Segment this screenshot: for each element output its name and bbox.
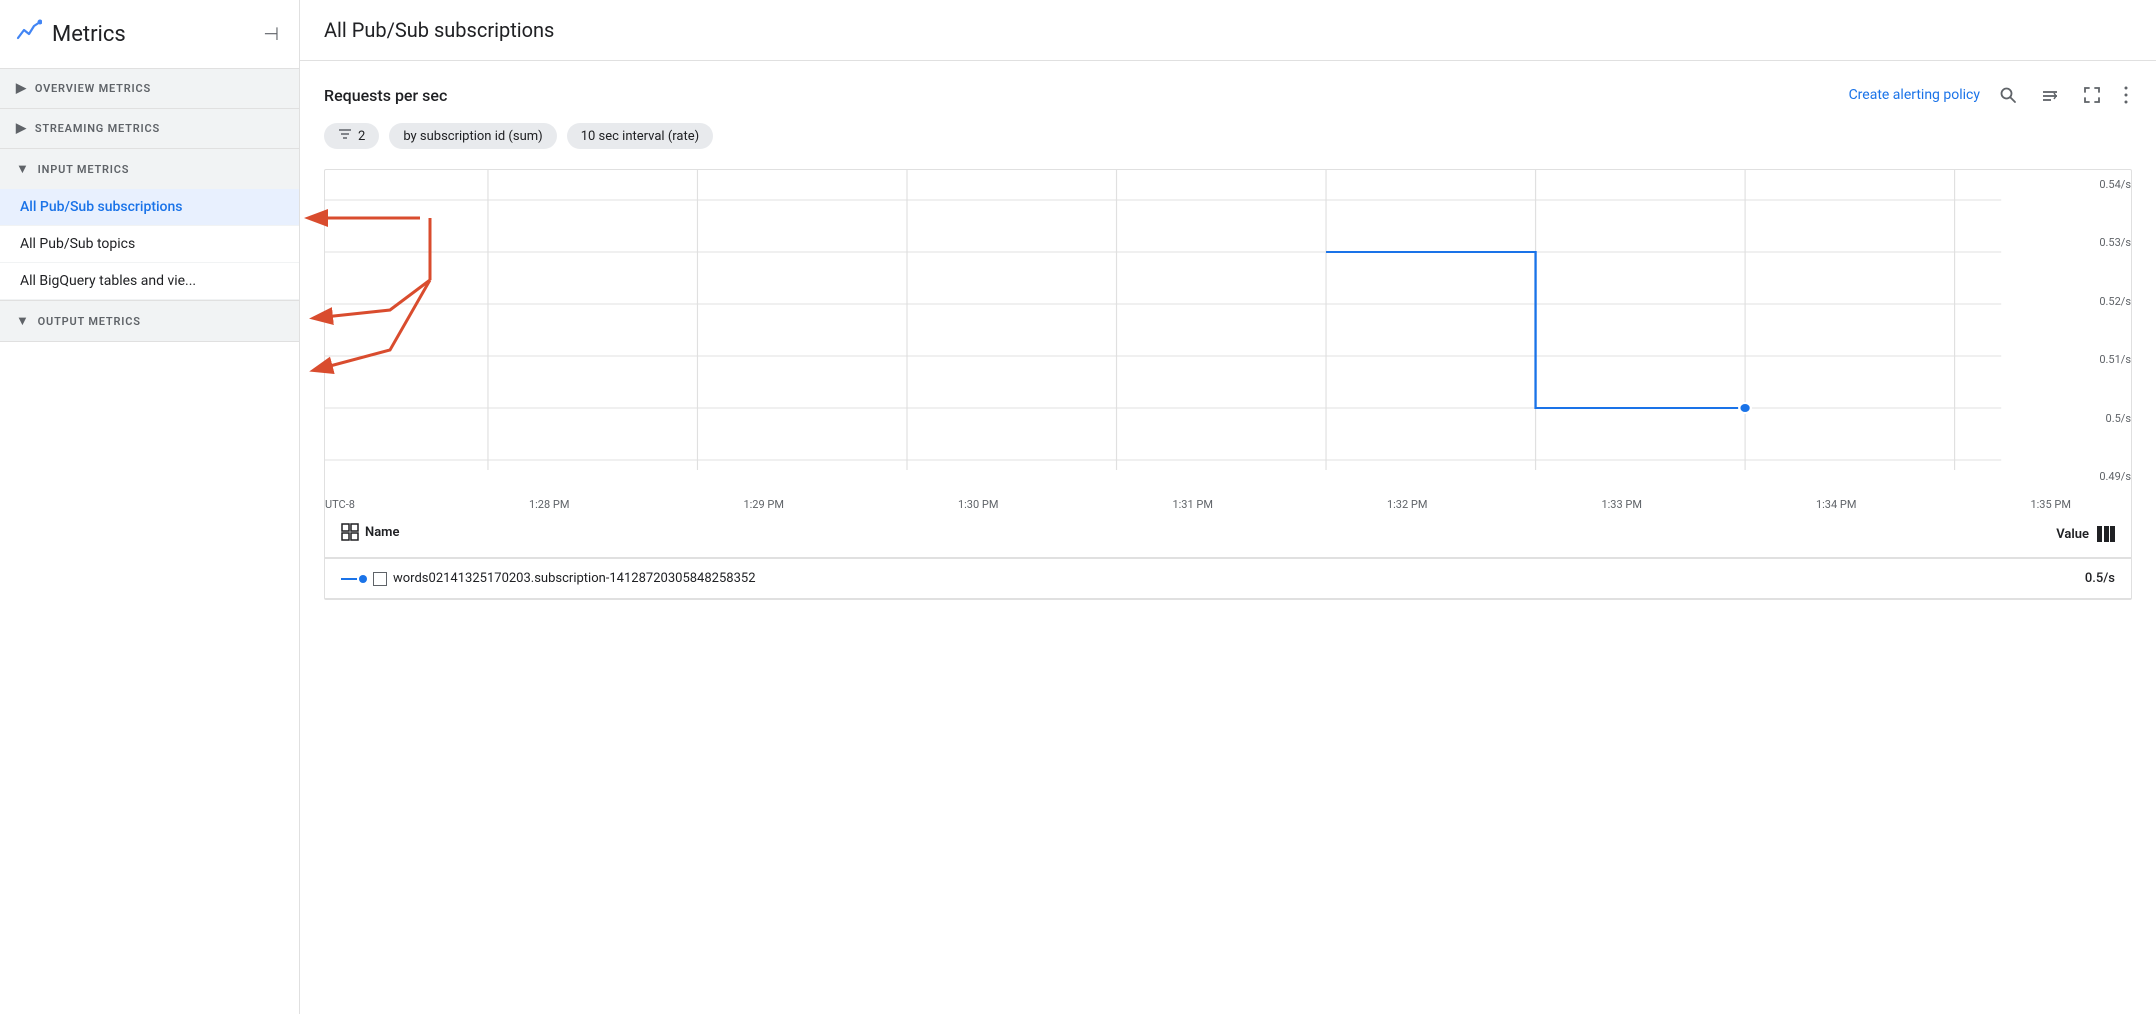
- series-dot: [359, 575, 367, 583]
- sidebar-item-bigquery[interactable]: All BigQuery tables and vie...: [0, 263, 299, 300]
- more-options-button[interactable]: [2120, 82, 2132, 108]
- table-header-row: Name Value: [325, 511, 2131, 558]
- search-button[interactable]: [1994, 81, 2022, 109]
- nav-section-header-input[interactable]: ▼ INPUT METRICS: [0, 149, 299, 189]
- x-label-131: 1:31 PM: [1172, 498, 1212, 511]
- filter-icon-lines: [338, 128, 352, 144]
- subscription-name: words02141325170203.subscription-1412872…: [393, 571, 756, 586]
- chart-title: Requests per sec: [324, 86, 447, 105]
- main-content: All Pub/Sub subscriptions Requests per s…: [300, 0, 2156, 1014]
- name-column-header: Name: [341, 523, 399, 541]
- nav-section-overview: ▶ OVERVIEW METRICS: [0, 69, 299, 109]
- sidebar-logo: Metrics: [16, 18, 126, 50]
- series-line: [341, 578, 357, 580]
- nav-section-header-streaming[interactable]: ▶ STREAMING METRICS: [0, 109, 299, 148]
- nav-section-header-output[interactable]: ▼ OUTPUT METRICS: [0, 301, 299, 341]
- chart-actions: Create alerting policy: [1849, 81, 2132, 109]
- nav-section-input: ▼ INPUT METRICS All Pub/Sub subscription…: [0, 149, 299, 301]
- table-cell-name: words02141325170203.subscription-1412872…: [325, 558, 1826, 599]
- filter-interval-label: 10 sec interval (rate): [581, 129, 699, 144]
- x-label-132: 1:32 PM: [1387, 498, 1427, 511]
- nav-section-label-overview: OVERVIEW METRICS: [35, 82, 151, 95]
- data-table: Name Value: [325, 511, 2131, 599]
- filter-count-label: 2: [358, 129, 365, 144]
- y-label-051: 0.51/s: [2077, 353, 2131, 366]
- x-label-135: 1:35 PM: [2030, 498, 2070, 511]
- value-column-label: Value: [2056, 527, 2089, 542]
- column-header-value: Value: [1826, 511, 2131, 558]
- nav-section-output: ▼ OUTPUT METRICS: [0, 301, 299, 342]
- filter-chip-subscription[interactable]: by subscription id (sum): [389, 123, 556, 149]
- sidebar-item-label-bigquery: All BigQuery tables and vie...: [20, 273, 196, 289]
- filter-chip-count[interactable]: 2: [324, 123, 379, 149]
- table-row: words02141325170203.subscription-1412872…: [325, 558, 2131, 599]
- chart-container: Requests per sec Create alerting policy: [300, 61, 2156, 1014]
- nav-section-label-input: INPUT METRICS: [38, 163, 130, 176]
- sidebar-item-label-pubsub-topics: All Pub/Sub topics: [20, 236, 135, 252]
- sidebar-title: Metrics: [52, 22, 126, 47]
- series-checkbox[interactable]: [373, 572, 387, 586]
- x-label-129: 1:29 PM: [743, 498, 783, 511]
- nav-section-header-overview[interactable]: ▶ OVERVIEW METRICS: [0, 69, 299, 108]
- column-settings-icon[interactable]: [2097, 526, 2115, 542]
- chevron-down-icon-output: ▼: [16, 313, 30, 329]
- series-line-indicator: [341, 575, 367, 583]
- sidebar-item-pubsub-topics[interactable]: All Pub/Sub topics: [0, 226, 299, 263]
- table-icon: [341, 523, 359, 541]
- sidebar-item-pubsub-subs[interactable]: All Pub/Sub subscriptions: [0, 189, 299, 226]
- x-label-130: 1:30 PM: [958, 498, 998, 511]
- create-alerting-policy-link[interactable]: Create alerting policy: [1849, 87, 1980, 103]
- series-indicator: words02141325170203.subscription-1412872…: [341, 571, 1810, 586]
- x-label-128: 1:28 PM: [529, 498, 569, 511]
- chevron-right-icon-streaming: ▶: [16, 121, 27, 136]
- sidebar: Metrics ⊣ ▶ OVERVIEW METRICS ▶ STREAMING…: [0, 0, 300, 1014]
- nav-section-streaming: ▶ STREAMING METRICS: [0, 109, 299, 149]
- x-label-133: 1:33 PM: [1601, 498, 1641, 511]
- chevron-right-icon: ▶: [16, 81, 27, 96]
- data-point: [1739, 403, 1751, 413]
- fullscreen-button[interactable]: [2078, 81, 2106, 109]
- y-axis-labels: 0.54/s 0.53/s 0.52/s 0.51/s 0.5/s 0.49/s: [2071, 170, 2131, 511]
- sidebar-item-label-pubsub-subs: All Pub/Sub subscriptions: [20, 199, 183, 215]
- x-label-utc: UTC-8: [325, 498, 355, 511]
- metrics-logo-icon: [16, 18, 42, 50]
- chart-area: UTC-8 1:28 PM 1:29 PM 1:30 PM 1:31 PM 1:…: [324, 169, 2132, 600]
- nav-section-label-streaming: STREAMING METRICS: [35, 122, 160, 135]
- y-label-054: 0.54/s: [2077, 178, 2131, 191]
- column-header-name: Name: [325, 511, 1826, 558]
- sidebar-header: Metrics ⊣: [0, 0, 299, 69]
- x-label-134: 1:34 PM: [1816, 498, 1856, 511]
- name-column-label: Name: [365, 525, 399, 540]
- chart-svg: [325, 170, 2071, 490]
- chart-title-row: Requests per sec Create alerting policy: [324, 81, 2132, 109]
- nav-section-label-output: OUTPUT METRICS: [38, 315, 141, 328]
- sidebar-collapse-button[interactable]: ⊣: [259, 20, 283, 49]
- table-cell-value: 0.5/s: [1826, 558, 2131, 599]
- x-axis-labels: UTC-8 1:28 PM 1:29 PM 1:30 PM 1:31 PM 1:…: [325, 494, 2071, 511]
- y-label-049: 0.49/s: [2077, 470, 2131, 483]
- chart-filters: 2 by subscription id (sum) 10 sec interv…: [324, 123, 2132, 149]
- page-title: All Pub/Sub subscriptions: [300, 0, 2156, 61]
- y-label-050: 0.5/s: [2077, 412, 2131, 425]
- filter-subscription-label: by subscription id (sum): [403, 129, 542, 144]
- chevron-down-icon-input: ▼: [16, 161, 30, 177]
- filter-chip-interval[interactable]: 10 sec interval (rate): [567, 123, 713, 149]
- legend-button[interactable]: [2036, 81, 2064, 109]
- y-label-052: 0.52/s: [2077, 295, 2131, 308]
- y-label-053: 0.53/s: [2077, 236, 2131, 249]
